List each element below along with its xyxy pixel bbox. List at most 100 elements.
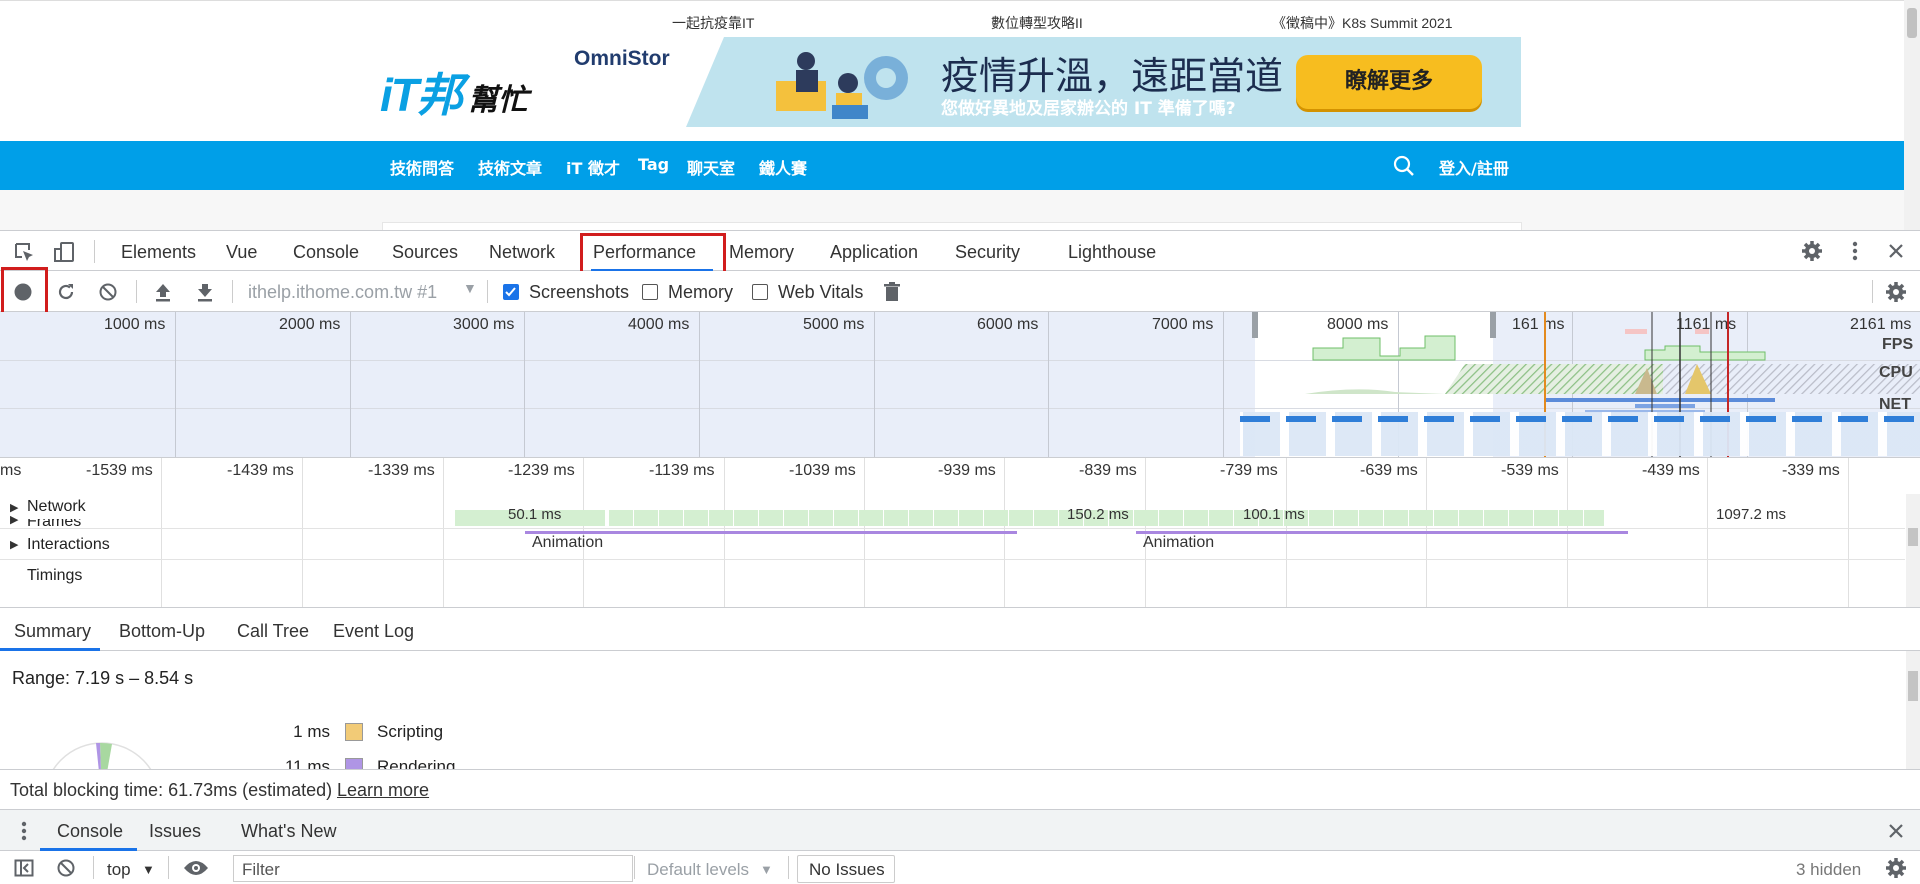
animation-label: Animation (1143, 534, 1215, 551)
tab-sources[interactable]: Sources (392, 242, 458, 263)
drawer-tab-console[interactable]: Console (57, 821, 123, 842)
drawer-menu-icon[interactable] (12, 819, 36, 843)
summary-scrollbar[interactable] (1906, 651, 1920, 769)
devtools-tabbar: Elements Vue Console Sources Network Per… (0, 230, 1920, 285)
selection-handle-left[interactable] (1252, 312, 1258, 338)
timings-track-label[interactable]: Timings (27, 567, 82, 585)
divider (634, 856, 635, 879)
timeline-tick: -1339 ms (368, 462, 435, 479)
memory-checkbox[interactable] (642, 284, 658, 300)
screenshots-checkbox[interactable] (503, 284, 519, 300)
legend-value: 11 ms (284, 757, 330, 769)
context-dropdown-icon[interactable]: ▼ (142, 862, 155, 877)
learn-more-link[interactable]: Learn more (337, 780, 429, 801)
network-track-label[interactable]: Network (27, 498, 90, 516)
console-filter-input[interactable]: Filter (233, 855, 633, 882)
tab-application[interactable]: Application (830, 242, 918, 263)
reload-record-icon[interactable] (54, 280, 78, 304)
tab-elements[interactable]: Elements (121, 242, 196, 263)
timeline-scrollbar-thumb[interactable] (1908, 528, 1918, 546)
device-toolbar-icon[interactable] (52, 240, 76, 264)
context-select[interactable]: top (107, 860, 131, 880)
clear-icon[interactable] (96, 280, 120, 304)
tab-memory[interactable]: Memory (729, 242, 794, 263)
interactions-track-label[interactable]: Interactions (27, 536, 110, 554)
divider (1872, 280, 1873, 303)
nav-item-articles[interactable]: 技術文章 (478, 155, 542, 179)
top-link-3[interactable]: 《徵稿中》K8s Summit 2021 (1272, 13, 1453, 33)
divider (487, 280, 488, 303)
timeline-overview[interactable]: 1000 ms 2000 ms 3000 ms 4000 ms 5000 ms … (0, 312, 1920, 458)
timeline-tick: -1439 ms (227, 462, 294, 479)
target-select[interactable]: ithelp.ithome.com.tw #1 (248, 282, 437, 303)
nav-item-ironman[interactable]: 鐵人賽 (759, 155, 807, 179)
more-options-icon[interactable] (1843, 239, 1867, 263)
search-icon[interactable] (1393, 155, 1415, 177)
frame-duration-label: 50.1 ms (508, 506, 562, 523)
capture-settings-icon[interactable] (1884, 280, 1908, 304)
tab-event-log[interactable]: Event Log (333, 621, 414, 642)
issues-button[interactable]: No Issues (797, 855, 895, 883)
login-link[interactable]: 登入/註冊 (1439, 155, 1509, 179)
summary-pie-chart (52, 742, 152, 769)
timeline-tick: -739 ms (1220, 462, 1278, 479)
site-scrollbar-thumb[interactable] (1907, 8, 1917, 38)
close-icon[interactable] (1884, 239, 1908, 263)
levels-dropdown-icon[interactable]: ▼ (760, 862, 773, 877)
drawer-tab-issues[interactable]: Issues (149, 821, 201, 842)
top-link-1[interactable]: 一起抗疫靠IT (672, 13, 754, 33)
ad-banner[interactable]: OmniStor 疫情升溫，遠距當道 您做好異地及居家辦公的 IT 準備了嗎? … (566, 37, 1521, 127)
web-vitals-checkbox[interactable] (752, 284, 768, 300)
expand-interactions-icon[interactable]: ▶ (10, 538, 18, 551)
overview-tick: 1000 ms (104, 316, 166, 333)
log-levels-select[interactable]: Default levels (647, 860, 749, 880)
range-text: Range: 7.19 s – 8.54 s (12, 668, 194, 688)
tab-call-tree[interactable]: Call Tree (237, 621, 309, 642)
summary-scrollbar-thumb[interactable] (1908, 671, 1918, 701)
inspect-element-icon[interactable] (12, 240, 36, 264)
console-settings-icon[interactable] (1884, 856, 1908, 880)
frame-duration-label: 150.2 ms (1067, 506, 1129, 523)
nav-item-chat[interactable]: 聊天室 (687, 155, 735, 179)
nav-item-jobs[interactable]: iT 徵才 (566, 155, 620, 179)
sidebar-toggle-icon[interactable] (12, 856, 36, 880)
clear-console-icon[interactable] (54, 856, 78, 880)
console-toolbar: top ▼ Filter Default levels ▼ No Issues … (0, 851, 1920, 884)
nav-item-qa[interactable]: 技術問答 (390, 155, 454, 179)
tab-security[interactable]: Security (955, 242, 1020, 263)
tab-console[interactable]: Console (293, 242, 359, 263)
frame-duration-label: 1097.2 ms (1716, 506, 1787, 523)
drawer-tab-whats-new[interactable]: What's New (241, 821, 336, 842)
tab-network[interactable]: Network (489, 242, 555, 263)
timeline-tick: -1239 ms (508, 462, 575, 479)
eye-icon[interactable] (182, 856, 210, 880)
timeline-scrollbar[interactable] (1906, 494, 1920, 607)
site-header: 一起抗疫靠IT 數位轉型攻略II 《徵稿中》K8s Summit 2021 iT… (0, 0, 1904, 141)
download-icon[interactable] (193, 280, 217, 304)
close-drawer-icon[interactable] (1884, 819, 1908, 843)
timeline-tick: -1539 ms (86, 462, 153, 479)
tab-summary[interactable]: Summary (14, 621, 91, 642)
blocking-time-bar: Total blocking time: 61.73ms (estimated)… (0, 769, 1920, 810)
site-logo[interactable]: iT邦 (380, 59, 463, 125)
target-dropdown-icon[interactable]: ▼ (463, 280, 477, 296)
divider (232, 280, 233, 303)
expand-frames-icon[interactable]: ▶ (10, 513, 18, 526)
tab-bottom-up[interactable]: Bottom-Up (119, 621, 205, 642)
timeline-tick: -539 ms (1501, 462, 1559, 479)
trash-icon[interactable] (880, 280, 904, 304)
top-link-2[interactable]: 數位轉型攻略II (991, 13, 1083, 33)
overview-tick: 2000 ms (279, 316, 341, 333)
upload-icon[interactable] (151, 280, 175, 304)
timeline-tick: -839 ms (1079, 462, 1137, 479)
settings-icon[interactable] (1800, 239, 1824, 263)
flame-chart[interactable]: ms -1539 ms -1439 ms -1339 ms -1239 ms -… (0, 458, 1920, 608)
selection-handle-right[interactable] (1490, 312, 1496, 338)
site-navbar: 技術問答 技術文章 iT 徵才 Tag 聊天室 鐵人賽 登入/註冊 (0, 141, 1904, 190)
tab-lighthouse[interactable]: Lighthouse (1068, 242, 1156, 263)
tab-vue[interactable]: Vue (226, 242, 257, 263)
site-logo-sub: 幫忙 (468, 84, 528, 117)
nav-item-tag[interactable]: Tag (638, 155, 669, 174)
highlight-box-record (1, 267, 48, 316)
banner-cta-button[interactable]: 瞭解更多 (1296, 55, 1482, 109)
